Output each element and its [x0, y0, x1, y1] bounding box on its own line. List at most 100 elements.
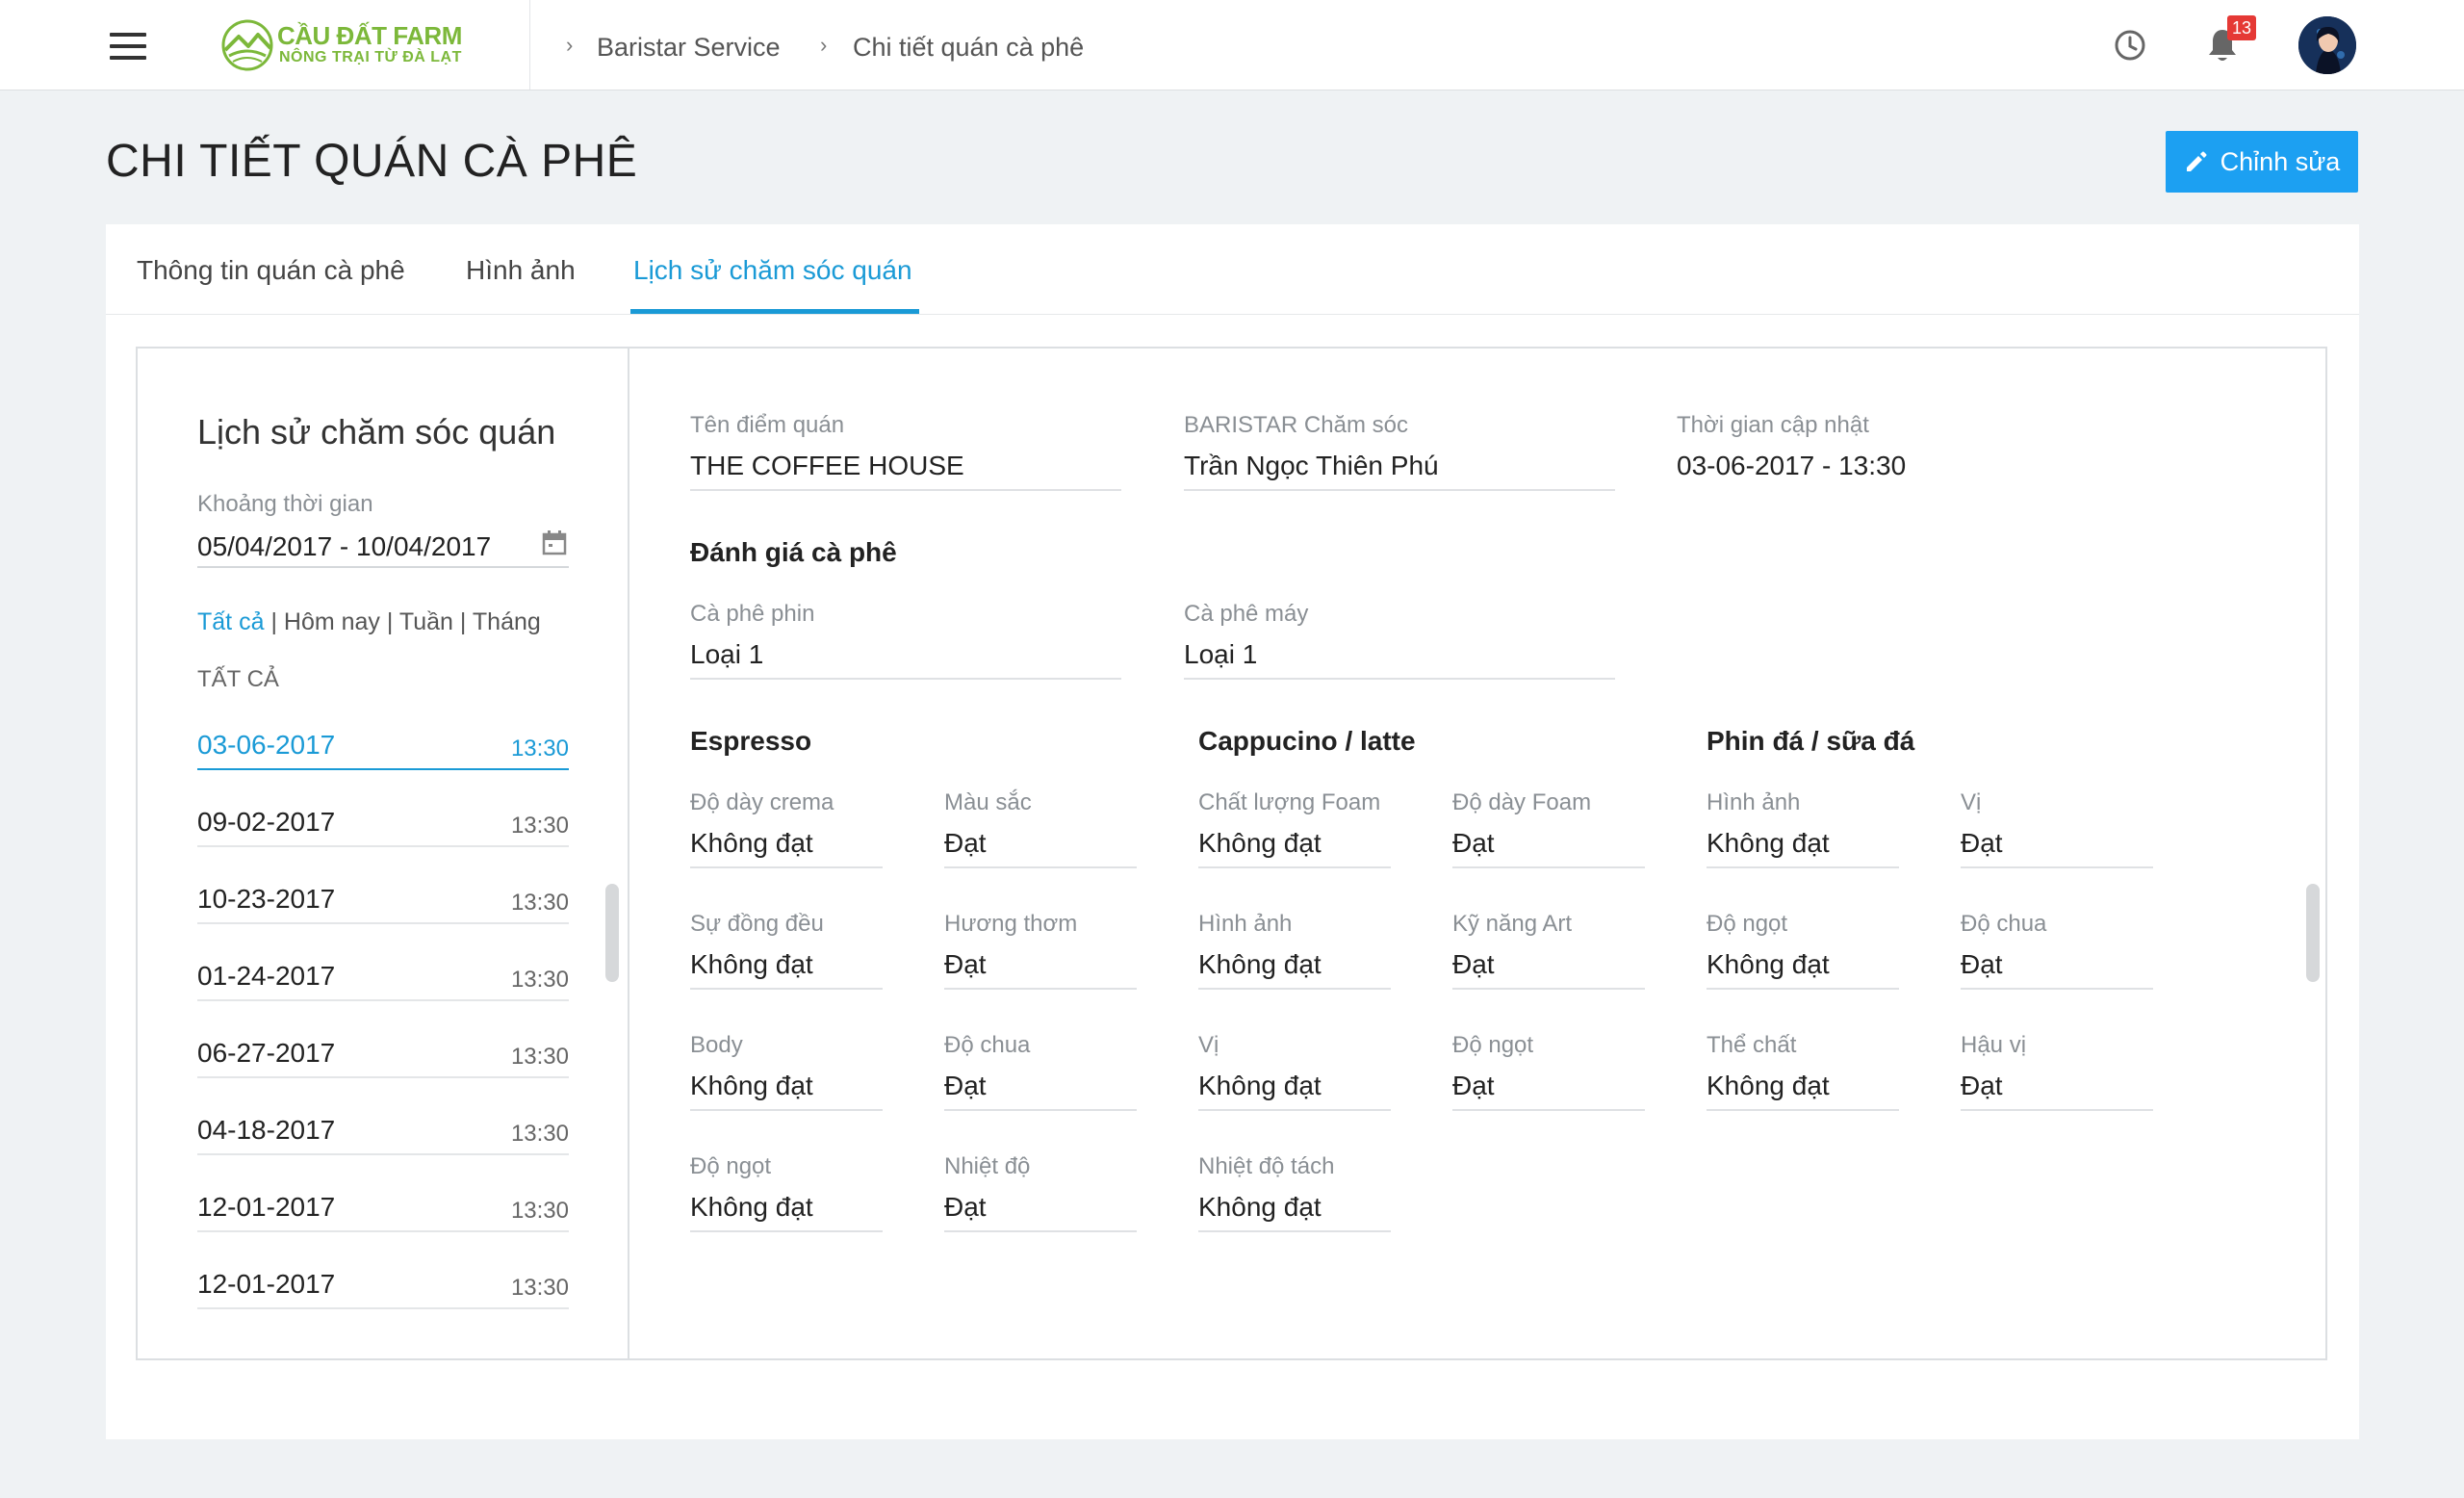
period-filters: Tất cả | Hôm nay | Tuần | Tháng	[197, 608, 541, 636]
iced-phin-field: Thể chất Không đạt	[1707, 1032, 1899, 1111]
filter-month[interactable]: Tháng	[473, 608, 541, 635]
field-value: Không đạt	[1707, 820, 1899, 868]
breadcrumb-baristar-service[interactable]: Baristar Service	[597, 33, 781, 63]
clock-icon[interactable]	[2114, 29, 2146, 62]
history-date: 01-24-2017	[197, 961, 336, 991]
detail-scrollbar[interactable]	[2306, 884, 2320, 982]
field-value: Đạt	[1452, 1063, 1645, 1111]
history-time: 13:30	[510, 813, 569, 839]
field-label: Kỹ năng Art	[1452, 911, 1573, 937]
store-name-field: Tên điểm quán THE COFFEE HOUSE	[690, 412, 1121, 491]
field-value: Không đạt	[690, 1184, 883, 1232]
history-row[interactable]: 09-02-2017 13:30	[197, 799, 569, 847]
history-time: 13:30	[510, 736, 569, 762]
field-value: Không đạt	[1198, 1063, 1391, 1111]
field-value: Không đạt	[690, 942, 883, 990]
history-row[interactable]: 01-24-2017 13:30	[197, 953, 569, 1001]
history-date: 03-06-2017	[197, 730, 336, 760]
calendar-icon[interactable]	[542, 529, 567, 556]
field-label: Nhiệt độ tách	[1198, 1153, 1335, 1179]
iced-phin-field: Độ chua Đạt	[1961, 911, 2153, 990]
iced-phin-field: Độ ngọt Không đạt	[1707, 911, 1899, 990]
tab-store-info[interactable]: Thông tin quán cà phê	[137, 255, 405, 286]
field-label: Hậu vị	[1961, 1032, 2027, 1058]
cappucino-field: Vị Không đạt	[1198, 1032, 1391, 1111]
field-label: Màu sắc	[944, 789, 1032, 815]
menu-icon[interactable]	[110, 33, 148, 60]
field-value: Đạt	[1452, 820, 1645, 868]
cappucino-field: Độ ngọt Đạt	[1452, 1032, 1645, 1111]
field-value: Đạt	[1961, 1063, 2153, 1111]
history-row[interactable]: 03-06-2017 13:30	[197, 722, 569, 770]
updated-time-field: Thời gian cập nhật 03-06-2017 - 13:30	[1677, 412, 2108, 491]
barista-field: BARISTAR Chăm sóc Trần Ngọc Thiên Phú	[1184, 412, 1615, 491]
field-label: Cà phê phin	[690, 601, 815, 627]
field-label: Hình ảnh	[1198, 911, 1293, 937]
history-sidebar: Lịch sử chăm sóc quán Khoảng thời gian 0…	[138, 349, 629, 1358]
chevron-right-icon: ›	[820, 33, 828, 57]
field-value: Loại 1	[1184, 632, 1615, 680]
pencil-icon	[2186, 151, 2207, 171]
filter-separator: |	[270, 608, 284, 635]
history-row[interactable]: 04-18-2017 13:30	[197, 1107, 569, 1155]
edit-button[interactable]: Chỉnh sửa	[2166, 131, 2358, 193]
history-date: 04-18-2017	[197, 1115, 336, 1145]
active-tab-indicator	[630, 309, 919, 314]
espresso-field: Hương thơm Đạt	[944, 911, 1137, 990]
cappucino-title: Cappucino / latte	[1198, 726, 1416, 756]
tab-care-history[interactable]: Lịch sử chăm sóc quán	[633, 255, 912, 286]
history-time: 13:30	[510, 890, 569, 916]
tab-images[interactable]: Hình ảnh	[466, 255, 576, 286]
field-value: Không đạt	[690, 1063, 883, 1111]
logo[interactable]: CẦU ĐẤT FARM NÔNG TRẠI TỪ ĐÀ LẠT	[219, 17, 470, 75]
chevron-right-icon: ›	[566, 33, 574, 57]
field-value: Đạt	[944, 1063, 1137, 1111]
field-label: Body	[690, 1032, 743, 1058]
field-value: Đạt	[1961, 942, 2153, 990]
history-row[interactable]: 12-01-2017 13:30	[197, 1184, 569, 1232]
history-list-scrollbar[interactable]	[605, 884, 619, 982]
page-title: CHI TIẾT QUÁN CÀ PHÊ	[106, 136, 638, 187]
logo-title: CẦU ĐẤT FARM	[277, 21, 462, 50]
field-value: Đạt	[1961, 820, 2153, 868]
history-time: 13:30	[510, 1198, 569, 1224]
history-date: 12-01-2017	[197, 1192, 336, 1222]
field-label: Độ ngọt	[1452, 1032, 1534, 1058]
history-row[interactable]: 06-27-2017 13:30	[197, 1030, 569, 1078]
field-label: Vị	[1961, 789, 1982, 815]
date-range-input[interactable]: 05/04/2017 - 10/04/2017	[197, 522, 569, 568]
content-card: Thông tin quán cà phê Hình ảnh Lịch sử c…	[106, 224, 2359, 1439]
history-row[interactable]: 10-23-2017 13:30	[197, 876, 569, 924]
field-label: Sự đồng đều	[690, 911, 824, 937]
field-label: Hình ảnh	[1707, 789, 1801, 815]
phin-coffee-field: Cà phê phin Loại 1	[690, 601, 1121, 680]
filter-separator: |	[459, 608, 473, 635]
avatar[interactable]	[2298, 16, 2356, 74]
field-value: THE COFFEE HOUSE	[690, 443, 1121, 491]
logo-subtitle: NÔNG TRẠI TỪ ĐÀ LẠT	[279, 49, 462, 65]
iced-phin-field: Vị Đạt	[1961, 789, 2153, 868]
field-value: Không đạt	[1198, 820, 1391, 868]
history-panel: Lịch sử chăm sóc quán Khoảng thời gian 0…	[136, 347, 2327, 1360]
field-value: Loại 1	[690, 632, 1121, 680]
field-label: Cà phê máy	[1184, 601, 1309, 627]
espresso-field: Sự đồng đều Không đạt	[690, 911, 883, 990]
filter-all[interactable]: Tất cả	[197, 608, 264, 635]
field-label: Độ ngọt	[1707, 911, 1788, 937]
espresso-field: Nhiệt độ Đạt	[944, 1153, 1137, 1232]
field-label: Nhiệt độ	[944, 1153, 1031, 1179]
filter-separator: |	[386, 608, 399, 635]
field-label: Độ chua	[1961, 911, 2047, 937]
filter-week[interactable]: Tuần	[399, 608, 453, 635]
field-value: Trần Ngọc Thiên Phú	[1184, 443, 1615, 491]
history-row[interactable]: 12-01-2017 13:30	[197, 1261, 569, 1309]
field-label: Thể chất	[1707, 1032, 1797, 1058]
iced-phin-title: Phin đá / sữa đá	[1707, 726, 1915, 756]
field-label: BARISTAR Chăm sóc	[1184, 412, 1408, 438]
field-value: Không đạt	[690, 820, 883, 868]
history-time: 13:30	[510, 1121, 569, 1147]
field-value: 03-06-2017 - 13:30	[1677, 451, 1907, 480]
iced-phin-field: Hình ảnh Không đạt	[1707, 789, 1899, 868]
filter-today[interactable]: Hôm nay	[284, 608, 380, 635]
history-time: 13:30	[510, 1275, 569, 1301]
